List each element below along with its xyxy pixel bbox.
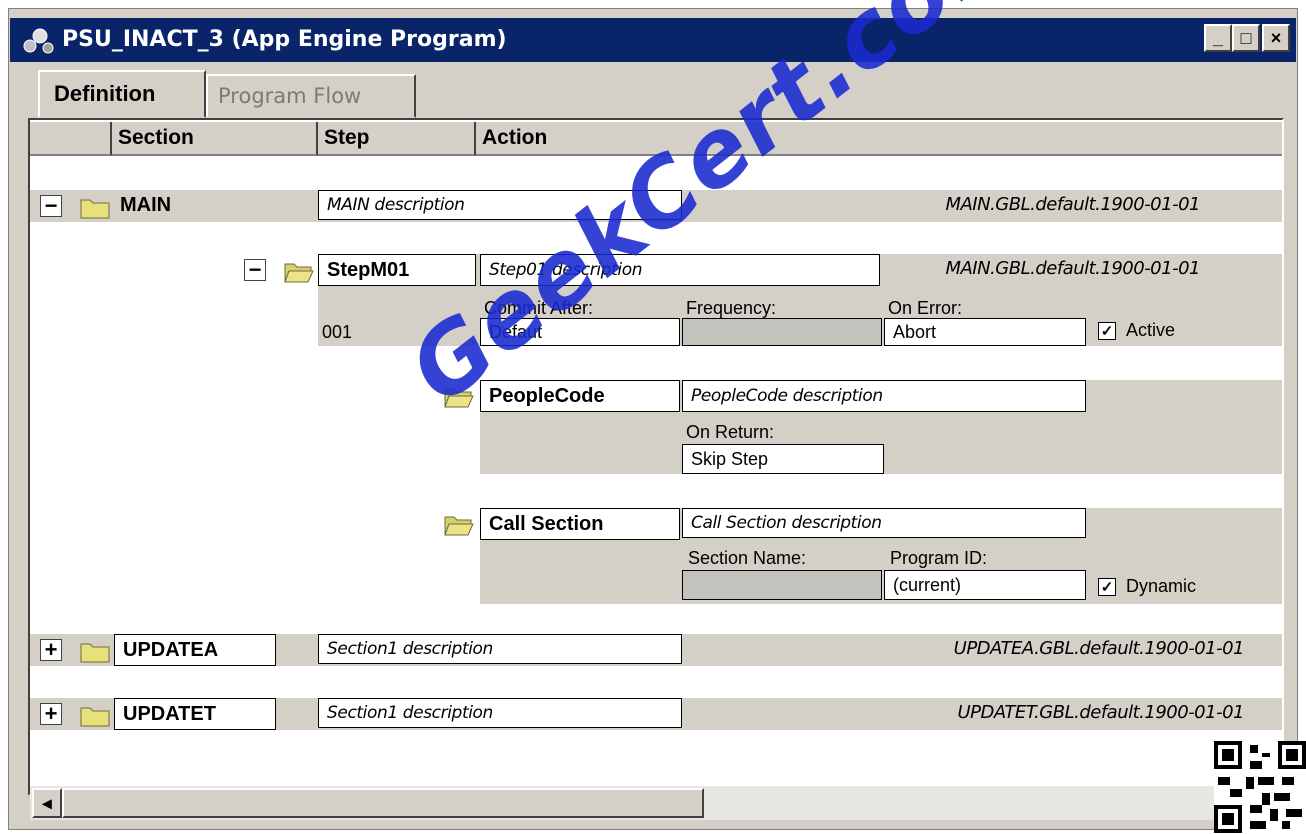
step-stamp: MAIN.GBL.default.1900-01-01 (945, 258, 1200, 279)
scrollbar-thumb[interactable] (62, 788, 704, 818)
collapse-main-button[interactable]: − (40, 195, 62, 217)
active-label: Active (1126, 320, 1176, 340)
maximize-button[interactable]: □ (1232, 24, 1260, 52)
close-button[interactable]: × (1262, 24, 1290, 52)
dynamic-checkbox[interactable]: ✓ (1098, 578, 1116, 596)
section-name-updatet[interactable]: UPDATET (114, 698, 276, 730)
active-checkbox[interactable]: ✓ (1098, 322, 1116, 340)
on-return-field[interactable]: Skip Step (682, 444, 884, 474)
section-stamp-updatea: UPDATEA.GBL.default.1900-01-01 (953, 638, 1245, 659)
step-name[interactable]: StepM01 (318, 254, 476, 286)
section-name-updatea[interactable]: UPDATEA (114, 634, 276, 666)
section-stamp-updatet: UPDATET.GBL.default.1900-01-01 (957, 702, 1244, 723)
section-name-field[interactable] (682, 570, 882, 600)
section-description-updatet[interactable]: Section1 description (318, 698, 682, 728)
dynamic-label: Dynamic (1126, 576, 1197, 596)
maximize-icon: □ (1240, 27, 1252, 48)
frequency-field[interactable] (682, 318, 882, 346)
program-id-label: Program ID: (890, 548, 988, 568)
open-folder-icon (444, 516, 474, 536)
app-engine-icon (23, 28, 54, 54)
section-description-updatea[interactable]: Section1 description (318, 634, 682, 664)
minimize-button[interactable]: _ (1204, 24, 1232, 52)
folder-icon (80, 643, 110, 663)
minimize-icon: _ (1212, 27, 1223, 48)
on-error-label: On Error: (888, 298, 963, 318)
tab-definition[interactable]: Definition (38, 70, 206, 118)
header-blank (30, 122, 112, 156)
action-description-call-section[interactable]: Call Section description (682, 508, 1086, 538)
program-id-field[interactable]: (current) (884, 570, 1086, 600)
expand-updatea-button[interactable]: + (40, 639, 62, 661)
section-name-label: Section Name: (688, 548, 807, 568)
open-folder-icon (284, 263, 314, 283)
action-name-peoplecode[interactable]: PeopleCode (480, 380, 680, 412)
on-error-field[interactable]: Abort (884, 318, 1086, 346)
tab-program-flow[interactable]: Program Flow (206, 74, 416, 118)
close-icon: × (1270, 27, 1282, 48)
column-header-step[interactable]: Step (318, 122, 476, 156)
frequency-label: Frequency: (686, 298, 777, 318)
step-number: 001 (322, 322, 353, 342)
window-title: PSU_INACT_3 (App Engine Program) (62, 27, 507, 52)
action-name-call-section[interactable]: Call Section (480, 508, 680, 540)
on-return-label: On Return: (686, 422, 775, 442)
section-name-main[interactable]: MAIN (120, 194, 171, 217)
folder-icon (80, 707, 110, 727)
qr-code-image (1214, 741, 1306, 833)
scroll-left-icon: ◂ (42, 792, 52, 813)
scroll-left-button[interactable]: ◂ (32, 788, 62, 818)
column-header-action[interactable]: Action (476, 122, 1282, 156)
expand-updatet-button[interactable]: + (40, 703, 62, 725)
column-header-section[interactable]: Section (112, 122, 318, 156)
action-description-peoplecode[interactable]: PeopleCode description (682, 380, 1086, 412)
folder-icon (80, 199, 110, 219)
section-stamp-main: MAIN.GBL.default.1900-01-01 (945, 194, 1200, 215)
collapse-step-button[interactable]: − (244, 259, 266, 281)
